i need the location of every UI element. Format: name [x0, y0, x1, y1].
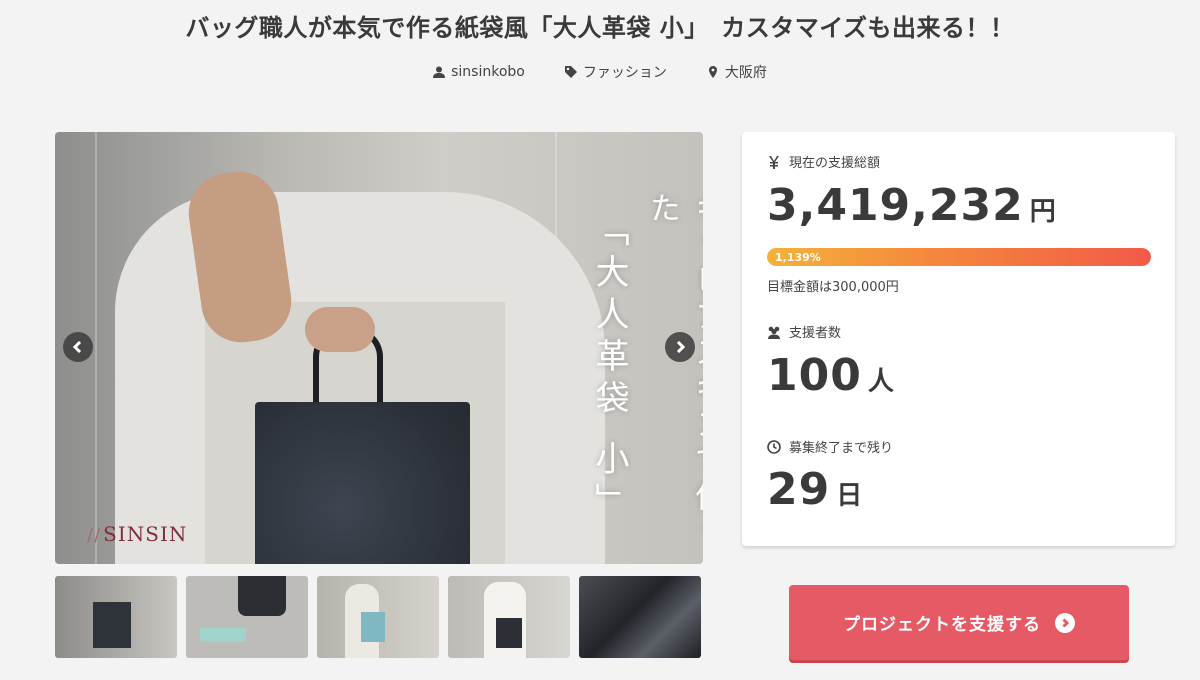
thumbnail[interactable] [186, 576, 308, 658]
supporters-count: 100 人 [767, 350, 895, 401]
chevron-right-icon [676, 341, 686, 353]
hero-copy-line1: キャビアスキンで作った [644, 192, 703, 552]
map-pin-icon [708, 66, 717, 78]
yen-icon [769, 155, 779, 169]
total-label: 現在の支援総額 [767, 152, 880, 171]
leather-bag [255, 402, 470, 564]
hero-image: キャビアスキンで作った 「大人革袋 小」 //SINSIN [55, 132, 703, 564]
owner-name: sinsinkobo [451, 64, 525, 80]
progress-percent: 1,139% [775, 250, 821, 264]
carousel-next-button[interactable] [665, 332, 695, 362]
category-name: ファッション [582, 65, 667, 81]
clock-icon [767, 439, 781, 454]
support-project-button[interactable]: プロジェクトを支援する [789, 585, 1129, 660]
location-name: 大阪府 [724, 65, 767, 81]
total-amount: 3,419,232 円 [767, 180, 1057, 231]
hero-copy-line2: 「大人革袋 小」 [589, 212, 629, 525]
funding-progress-bar: 1,139% [767, 248, 1151, 266]
goal-amount: 目標金額は300,000円 [767, 280, 899, 295]
owner-link[interactable]: sinsinkobo [433, 62, 525, 82]
brand-logo: //SINSIN [87, 522, 188, 546]
user-icon [433, 66, 446, 78]
users-icon [768, 326, 780, 339]
remaining-label: 募集終了まで残り [767, 437, 893, 456]
stats-panel: 現在の支援総額 3,419,232 円 1,139% 目標金額は300,000円 … [742, 132, 1175, 546]
thumbnail-strip [55, 576, 701, 658]
thumbnail[interactable] [448, 576, 570, 658]
supporters-label: 支援者数 [767, 322, 841, 341]
thumbnail[interactable] [55, 576, 177, 658]
project-title: バッグ職人が本気で作る紙袋風「大人革袋 小」 カスタマイズも出来る！！ [185, 14, 1015, 42]
progress-fill: 1,139% [767, 248, 1151, 266]
chevron-left-icon [72, 341, 82, 353]
thumbnail[interactable] [579, 576, 701, 658]
project-meta: sinsinkobo ファッション 大阪府 [0, 62, 1200, 82]
tag-icon [564, 66, 577, 78]
chevron-right-circle-icon [1055, 612, 1075, 633]
thumbnail[interactable] [317, 576, 439, 658]
location-link[interactable]: 大阪府 [707, 62, 767, 82]
carousel-prev-button[interactable] [63, 332, 93, 362]
support-button-label: プロジェクトを支援する [843, 615, 1041, 635]
remaining-days: 29 日 [767, 464, 864, 515]
category-link[interactable]: ファッション [564, 62, 667, 82]
